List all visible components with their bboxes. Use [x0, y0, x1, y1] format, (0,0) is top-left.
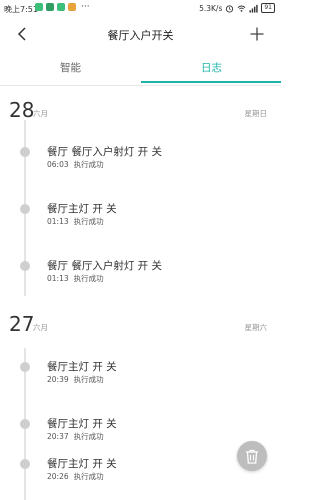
notification-app-icon [57, 3, 65, 11]
log-entry-title: 餐厅主灯 开 关 [47, 203, 117, 215]
status-right: 5.3K/s 91 [199, 3, 275, 13]
log-entry-title: 餐厅主灯 开 关 [47, 418, 117, 430]
timeline-dot [20, 459, 30, 469]
plus-icon [250, 27, 264, 41]
tab-log[interactable]: 日志 [201, 60, 222, 75]
log-entry-status: 执行成功 [73, 472, 104, 481]
log-entry-title: 餐厅 餐厅入户射灯 开 关 [47, 260, 163, 272]
log-entry-time: 20:39 [47, 375, 69, 384]
notification-app-icon [68, 3, 76, 11]
log-entry-time: 20:26 [47, 472, 69, 481]
log-entry[interactable]: 餐厅主灯 开 关 20:37 执行成功 [0, 413, 281, 449]
clear-log-button[interactable] [237, 441, 267, 471]
log-entry[interactable]: 餐厅 餐厅入户射灯 开 关 06:03 执行成功 [0, 141, 281, 177]
day-number: 27 [9, 312, 35, 336]
active-tab-indicator [141, 81, 281, 83]
log-entry-status: 执行成功 [73, 375, 104, 384]
tab-smart[interactable]: 智能 [60, 60, 81, 75]
day-month: 六月 [33, 323, 48, 332]
tab-bar: 智能 日志 [0, 52, 281, 84]
timeline-dot [20, 147, 30, 157]
log-entry-meta: 20:39 执行成功 [47, 374, 104, 385]
log-entry-time: 06:03 [47, 160, 69, 169]
log-entry-title: 餐厅 餐厅入户射灯 开 关 [47, 146, 163, 158]
status-bar: 晚上7:51 ··· 5.3K/s 91 [0, 0, 281, 18]
log-entry-title: 餐厅主灯 开 关 [47, 458, 117, 470]
status-time: 晚上7:51 [4, 5, 38, 14]
log-entry-meta: 20:26 执行成功 [47, 471, 104, 482]
day-weekday: 星期日 [244, 109, 268, 118]
log-entry-meta: 06:03 执行成功 [47, 159, 104, 170]
day-number: 28 [9, 98, 35, 122]
battery-icon: 91 [261, 3, 275, 13]
signal-icon [249, 4, 258, 13]
log-entry-status: 执行成功 [73, 274, 104, 283]
timeline-dot [20, 204, 30, 214]
network-speed: 5.3K/s [199, 3, 223, 13]
day-weekday: 星期六 [244, 323, 268, 332]
timeline-dot [20, 362, 30, 372]
notification-app-icon [46, 3, 54, 11]
more-notifications-icon: ··· [81, 2, 90, 12]
alarm-icon [226, 4, 234, 13]
log-entry[interactable]: 餐厅主灯 开 关 20:39 执行成功 [0, 356, 281, 392]
page-title: 餐厅入户开关 [107, 29, 174, 42]
timeline-dot [20, 419, 30, 429]
log-entry-status: 执行成功 [73, 160, 104, 169]
trash-icon [246, 449, 258, 464]
timeline-dot [20, 261, 30, 271]
log-entry-time: 01:13 [47, 217, 69, 226]
notification-app-icon [35, 3, 43, 11]
log-entry-time: 01:13 [47, 274, 69, 283]
log-entry-title: 餐厅主灯 开 关 [47, 361, 117, 373]
log-entry-time: 20:37 [47, 432, 69, 441]
log-entry-status: 执行成功 [73, 432, 104, 441]
log-list[interactable]: 28 六月 星期日 餐厅 餐厅入户射灯 开 关 06:03 执行成功 餐厅主灯 开… [0, 86, 281, 500]
header: 餐厅入户开关 [0, 18, 281, 50]
log-entry[interactable]: 餐厅 餐厅入户射灯 开 关 01:13 执行成功 [0, 255, 281, 291]
log-entry-meta: 01:13 执行成功 [47, 216, 104, 227]
wifi-icon [237, 5, 246, 12]
log-entry[interactable]: 餐厅主灯 开 关 01:13 执行成功 [0, 198, 281, 234]
status-app-icons: ··· [35, 2, 90, 12]
add-button[interactable] [247, 24, 267, 44]
log-entry-meta: 20:37 执行成功 [47, 431, 104, 442]
log-entry-status: 执行成功 [73, 217, 104, 226]
log-entry-meta: 01:13 执行成功 [47, 273, 104, 284]
day-month: 六月 [33, 109, 48, 118]
